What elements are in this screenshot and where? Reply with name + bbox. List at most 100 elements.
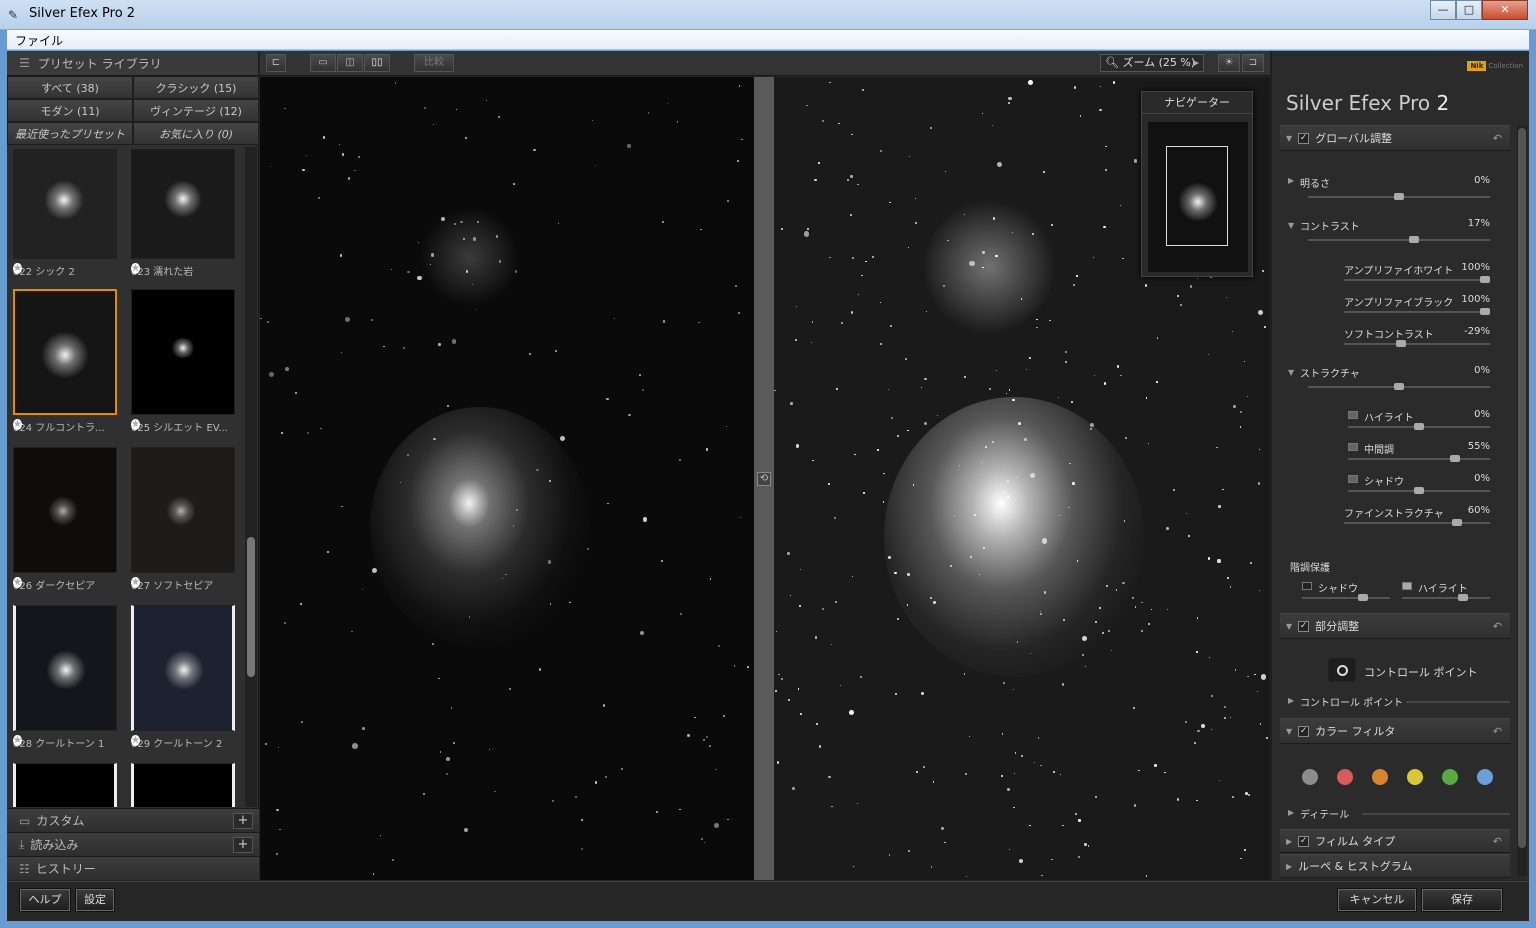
split-divider[interactable]: ⟲: [754, 77, 774, 880]
menu-file[interactable]: ファイル: [15, 32, 63, 49]
color-filter-swatch[interactable]: [1407, 769, 1423, 785]
split-view-icon[interactable]: ◫: [337, 54, 363, 72]
preset-thumb[interactable]: ★ 028 クールトーン 1: [13, 605, 117, 750]
contrast-slider[interactable]: [1308, 236, 1490, 243]
star-point: [465, 137, 468, 139]
tab-classic[interactable]: クラシック (15): [133, 76, 259, 99]
save-button[interactable]: 保存: [1421, 888, 1503, 912]
help-button[interactable]: ヘルプ: [19, 888, 71, 912]
add-import-button[interactable]: +: [233, 837, 253, 853]
cancel-button[interactable]: キャンセル: [1337, 888, 1417, 912]
film-type-header[interactable]: ▶ ✓ フィルム タイプ ↶: [1280, 829, 1510, 853]
slider-knob[interactable]: [1452, 519, 1462, 526]
tab-vintage[interactable]: ヴィンテージ (12): [133, 99, 259, 122]
color-filter-swatch[interactable]: [1442, 769, 1458, 785]
chevron-down-icon[interactable]: ▼: [1288, 221, 1294, 230]
reset-icon[interactable]: ↶: [1493, 620, 1502, 633]
settings-button[interactable]: 設定: [75, 888, 115, 912]
chevron-right-icon[interactable]: ▶: [1288, 696, 1294, 705]
brightness-slider[interactable]: [1308, 193, 1490, 200]
preset-thumb-selected[interactable]: ★ 024 フルコントラ...: [13, 289, 117, 434]
soft-contrast-slider[interactable]: [1344, 340, 1490, 347]
swap-icon[interactable]: ⟲: [757, 472, 771, 486]
midtone-slider[interactable]: [1348, 455, 1490, 462]
tab-favorites[interactable]: お気に入り (0): [133, 122, 259, 145]
reset-icon[interactable]: ↶: [1493, 835, 1502, 848]
highlight-slider[interactable]: [1348, 423, 1490, 430]
color-filter-swatch[interactable]: [1337, 769, 1353, 785]
global-adjustments-header[interactable]: ▼ ✓ グローバル調整 ↶: [1280, 125, 1510, 151]
slider-knob[interactable]: [1480, 308, 1490, 315]
history-section[interactable]: ☷ ヒストリー: [7, 856, 259, 880]
color-filter-swatch[interactable]: [1302, 769, 1318, 785]
preset-scrollbar[interactable]: [245, 147, 257, 807]
preset-thumb[interactable]: ★ 022 シック 2: [13, 149, 117, 278]
original-image[interactable]: [260, 77, 754, 880]
color-filter-swatch[interactable]: [1372, 769, 1388, 785]
selective-checkbox[interactable]: ✓: [1298, 620, 1310, 632]
preset-image: [13, 289, 117, 415]
slider-knob[interactable]: [1394, 383, 1404, 390]
tab-all[interactable]: すべて (38): [7, 76, 133, 99]
slider-knob[interactable]: [1394, 193, 1404, 200]
toggle-right-panel-icon[interactable]: ⊐: [1242, 54, 1264, 72]
star-point: [1002, 681, 1006, 684]
custom-section[interactable]: ▭ カスタム +: [7, 808, 259, 832]
preset-thumb[interactable]: ★ 023 濡れた岩: [131, 149, 235, 278]
slider-knob[interactable]: [1458, 594, 1468, 601]
tp-shadow-slider[interactable]: [1302, 594, 1390, 601]
close-icon[interactable]: ✕: [1482, 0, 1528, 20]
minimize-icon[interactable]: —: [1430, 0, 1456, 20]
tab-recent[interactable]: 最近使ったプリセット: [7, 122, 133, 145]
navigator-viewport[interactable]: [1166, 146, 1228, 246]
reset-icon[interactable]: ↶: [1493, 132, 1502, 145]
tp-highlight-slider[interactable]: [1402, 594, 1490, 601]
slider-knob[interactable]: [1414, 487, 1424, 494]
adjustments-scrollbar[interactable]: [1517, 126, 1527, 876]
amplify-white-slider[interactable]: [1344, 276, 1490, 283]
chevron-right-icon[interactable]: ▶: [1288, 808, 1294, 817]
compare-button[interactable]: 比較: [414, 54, 454, 72]
amplify-black-slider[interactable]: [1344, 308, 1490, 315]
slider-knob[interactable]: [1396, 340, 1406, 347]
zoom-dropdown[interactable]: 🔍︎ ズーム (25 %) ▸: [1100, 54, 1204, 72]
tab-modern[interactable]: モダン (11): [7, 99, 133, 122]
chevron-down-icon[interactable]: ▼: [1288, 368, 1294, 377]
reset-icon[interactable]: ↶: [1493, 725, 1502, 738]
add-control-point-button[interactable]: [1328, 658, 1356, 682]
color-filter-swatch[interactable]: [1477, 769, 1493, 785]
preset-thumb[interactable]: [131, 763, 235, 807]
selective-adjustments-header[interactable]: ▼ ✓ 部分調整 ↶: [1280, 613, 1510, 639]
shadow-slider[interactable]: [1348, 487, 1490, 494]
global-checkbox[interactable]: ✓: [1298, 132, 1310, 144]
preset-thumb[interactable]: [13, 763, 117, 807]
slider-knob[interactable]: [1414, 423, 1424, 430]
background-light-icon[interactable]: ☀: [1218, 54, 1240, 72]
toggle-panel-icon[interactable]: ⊏: [266, 54, 286, 72]
preset-thumb[interactable]: ★ 027 ソフトセピア: [131, 447, 235, 592]
preset-thumb[interactable]: ★ 026 ダークセピア: [13, 447, 117, 592]
preset-thumb[interactable]: ★ 025 シルエット EV...: [131, 289, 235, 434]
slider-knob[interactable]: [1450, 455, 1460, 462]
scrollbar-thumb[interactable]: [247, 537, 255, 677]
scrollbar-thumb[interactable]: [1518, 128, 1526, 848]
chevron-right-icon[interactable]: ▶: [1288, 176, 1294, 185]
navigator-panel[interactable]: ナビゲーター: [1141, 91, 1253, 277]
side-by-side-view-icon[interactable]: ▯▯: [364, 54, 390, 72]
slider-knob[interactable]: [1480, 276, 1490, 283]
slider-knob[interactable]: [1358, 594, 1368, 601]
fine-structure-slider[interactable]: [1344, 519, 1490, 526]
single-view-icon[interactable]: ▭: [310, 54, 336, 72]
maximize-icon[interactable]: □: [1456, 0, 1482, 20]
film-type-checkbox[interactable]: ✓: [1298, 835, 1310, 847]
structure-slider[interactable]: [1308, 383, 1490, 390]
color-filter-header[interactable]: ▼ ✓ カラー フィルタ ↶: [1280, 718, 1510, 744]
navigator-thumbnail[interactable]: [1148, 122, 1248, 272]
preset-library-header[interactable]: ☰ プリセット ライブラリ: [7, 51, 258, 76]
loupe-histogram-header[interactable]: ▶ ルーペ & ヒストグラム: [1280, 854, 1510, 878]
preset-thumb[interactable]: ★ 029 クールトーン 2: [131, 605, 235, 750]
import-section[interactable]: ⤓ 読み込み +: [7, 832, 259, 856]
add-custom-button[interactable]: +: [233, 813, 253, 829]
slider-knob[interactable]: [1409, 236, 1419, 243]
color-filter-checkbox[interactable]: ✓: [1298, 725, 1310, 737]
